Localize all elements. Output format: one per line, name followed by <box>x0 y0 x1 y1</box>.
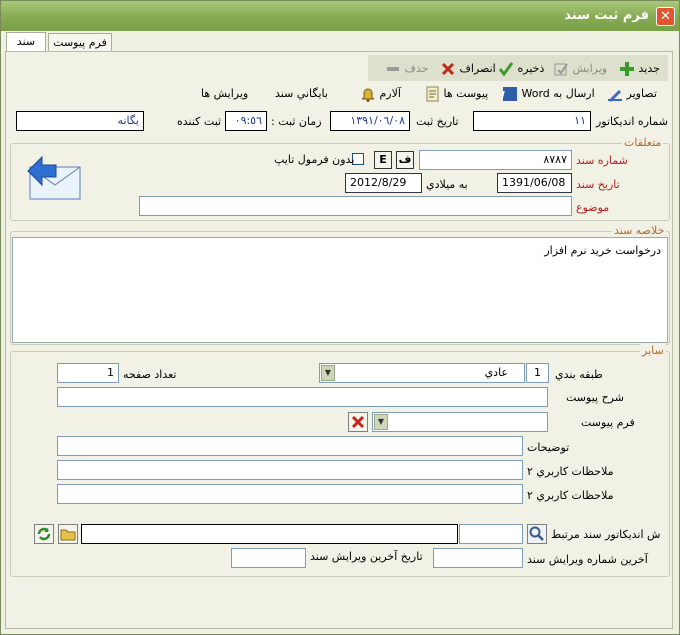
send-word-label: ارسال به Word <box>521 87 595 100</box>
indicator-field[interactable]: ١١ <box>473 111 591 131</box>
page-count-field[interactable]: 1 <box>57 363 119 383</box>
archive-button[interactable]: بايگاني سند <box>275 83 328 105</box>
user-notes-1-field[interactable] <box>57 460 523 480</box>
last-edit-date-field[interactable] <box>231 548 306 568</box>
edit-button[interactable]: ويرايش <box>553 58 607 80</box>
refresh-icon <box>37 527 51 541</box>
page-count-label: تعداد صفحه <box>123 368 177 381</box>
attach-desc-label: شرح پيوست <box>566 391 624 404</box>
new-label: جديد <box>638 62 660 75</box>
notes-label: توضيحات <box>527 441 570 454</box>
attachments-label: پيوست ها <box>443 87 489 100</box>
related-doc-title-field[interactable] <box>81 524 458 544</box>
folder-icon <box>60 529 76 541</box>
attach-form-select[interactable]: ▼ <box>372 412 548 432</box>
edit-icon <box>553 61 569 77</box>
pen-icon <box>607 86 623 102</box>
open-folder-button[interactable] <box>58 524 78 544</box>
user-notes-2-label: ملاحظات كاربري ٢ <box>527 489 614 502</box>
search-icon <box>529 526 544 541</box>
document-edits-button[interactable]: ويرايش ها <box>201 83 248 105</box>
subject-label: موضوع <box>576 201 610 214</box>
plus-icon <box>619 61 635 77</box>
mail-icon[interactable] <box>26 153 82 201</box>
cancel-label: انصراف <box>459 62 496 75</box>
classification-value: عادي <box>484 366 508 379</box>
classification-num-field[interactable]: 1 <box>526 363 549 383</box>
close-button[interactable]: ✕ <box>656 7 675 26</box>
edit-label: ويرايش <box>572 62 608 75</box>
alarm-button[interactable]: آلارم <box>360 83 401 105</box>
other-group-title: ساير <box>640 344 666 357</box>
gregorian-field[interactable]: 2012/8/29 <box>345 173 422 193</box>
tab-bar: سند فرم پيوست <box>1 32 679 52</box>
registrar-field[interactable]: يگانه <box>16 111 144 131</box>
reg-time-field[interactable]: ٠٩:٥٦ <box>225 111 267 131</box>
tab-attachment-form[interactable]: فرم پيوست <box>48 33 112 52</box>
refresh-button[interactable] <box>34 524 54 544</box>
indicator-label: شماره انديكاتور <box>596 115 668 128</box>
attach-form-label: فرم پيوست <box>581 416 635 429</box>
delete-label: حذف <box>404 62 429 75</box>
checkmark-icon <box>498 61 514 77</box>
related-indicator-label: ش انديكاتور سند مرتبط <box>551 528 661 541</box>
send-word-button[interactable]: ارسال به Word W <box>494 83 595 105</box>
save-label: ذخيره <box>517 62 545 75</box>
last-edit-number-label: آخرين شماره ويرايش سند <box>527 553 648 566</box>
cross-icon <box>351 415 365 429</box>
close-icon: ✕ <box>660 9 671 24</box>
chevron-down-icon[interactable]: ▼ <box>374 414 388 430</box>
registrar-label: ثبت كننده <box>177 115 222 128</box>
save-button[interactable]: ذخيره <box>498 58 544 80</box>
attachments-group-title: متعلقات <box>622 136 664 149</box>
f-button[interactable]: ف <box>396 151 414 169</box>
doc-number-field[interactable]: ٨٧٨٧ <box>419 150 572 170</box>
summary-group-title: خلاصه سند <box>612 224 667 237</box>
cross-icon <box>440 61 456 77</box>
delete-button[interactable]: حذف <box>385 58 428 80</box>
notes-field[interactable] <box>57 436 523 456</box>
clear-attach-form-button[interactable] <box>348 412 368 432</box>
alarm-label: آلارم <box>379 87 401 100</box>
e-button[interactable]: E <box>374 151 392 169</box>
reg-date-field[interactable]: ١٣٩١/٠٦/٠٨ <box>330 111 410 131</box>
last-edit-date-label: تاريخ آخرين ويرايش سند <box>310 550 423 563</box>
doc-date-label: تاريخ سند <box>576 178 620 191</box>
word-icon: W <box>494 86 518 102</box>
title-bar: فرم ثبت سند ✕ <box>1 1 679 31</box>
images-button[interactable]: تصاوير <box>607 83 657 105</box>
gregorian-label: به ميلادي <box>426 178 468 191</box>
cancel-button[interactable]: انصراف <box>440 58 496 80</box>
summary-text-area[interactable]: درخواست خريد نرم افزار <box>12 237 668 343</box>
user-notes-2-field[interactable] <box>57 484 523 504</box>
minus-icon <box>385 61 401 77</box>
new-button[interactable]: جديد <box>619 58 660 80</box>
tab-document[interactable]: سند <box>6 32 46 52</box>
classification-select[interactable]: عادي ▼ <box>319 363 525 383</box>
related-indicator-field[interactable] <box>459 524 523 544</box>
svg-text:W: W <box>502 90 505 101</box>
no-format-label: بدون فرمول تايپ <box>274 153 355 166</box>
reg-time-label: زمان ثبت : <box>271 115 322 128</box>
chevron-down-icon[interactable]: ▼ <box>321 365 335 381</box>
classification-label: طبقه بندي <box>555 368 603 381</box>
attach-desc-field[interactable] <box>57 387 548 407</box>
doc-date-field[interactable]: 1391/06/08 <box>497 173 572 193</box>
user-notes-1-label: ملاحظات كاربري ٢ <box>527 465 614 478</box>
window-title: فرم ثبت سند <box>564 8 649 23</box>
bell-icon <box>360 86 376 102</box>
images-label: تصاوير <box>626 87 657 100</box>
search-related-button[interactable] <box>527 524 547 544</box>
doc-number-label: شماره سند <box>576 154 628 167</box>
subject-field[interactable] <box>139 196 572 216</box>
document-icon <box>424 86 440 102</box>
reg-date-label: تاريخ ثبت <box>416 115 459 128</box>
attachments-button[interactable]: پيوست ها <box>424 83 488 105</box>
last-edit-number-field[interactable] <box>433 548 523 568</box>
